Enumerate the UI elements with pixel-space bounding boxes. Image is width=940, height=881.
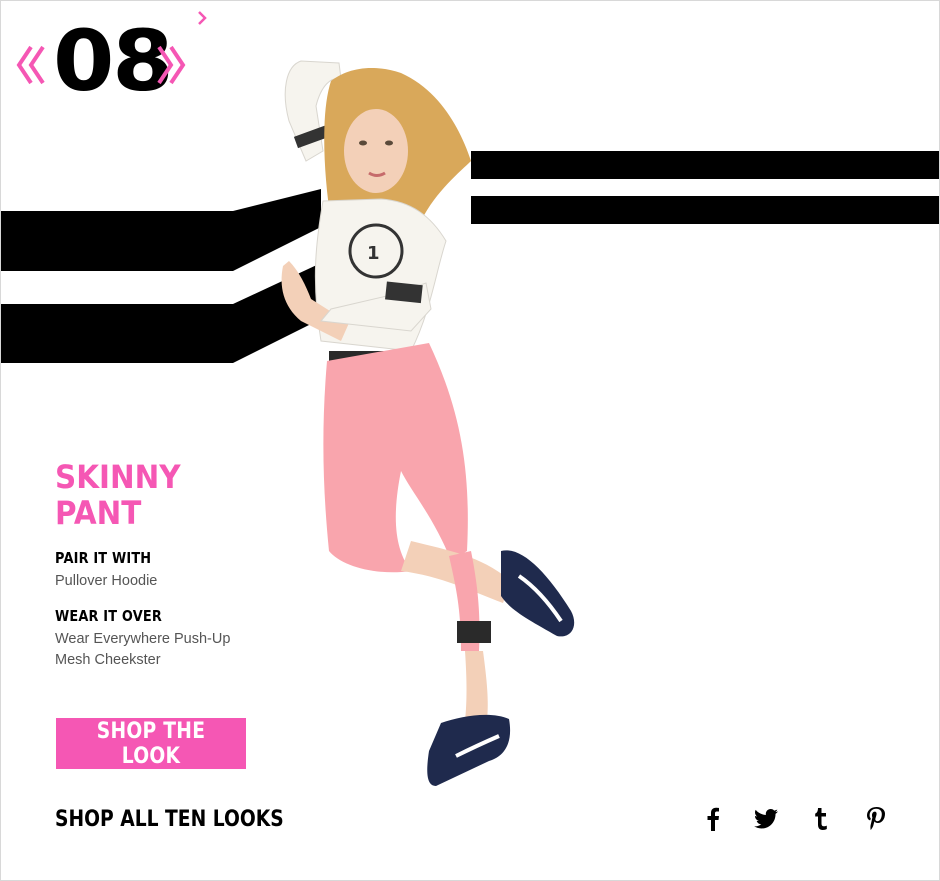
- wear-item-link[interactable]: Wear Everywhere Push-Up: [55, 629, 230, 650]
- double-chevron-right-icon: [157, 45, 186, 85]
- next-look-button[interactable]: [155, 43, 187, 87]
- wear-item-link[interactable]: Mesh Cheekster: [55, 650, 161, 671]
- model-photo: 1: [281, 60, 575, 786]
- look-page: 08 1 SKINNY PANT PAIR IT WITH Pullover H…: [0, 0, 940, 881]
- pinterest-icon[interactable]: [860, 803, 892, 835]
- product-title: SKINNY PANT: [55, 458, 181, 532]
- chevron-right-icon[interactable]: [197, 11, 207, 25]
- facebook-icon[interactable]: [697, 803, 729, 835]
- shop-all-looks-label: SHOP ALL TEN LOOKS: [55, 806, 284, 832]
- look-number: 08: [53, 12, 174, 110]
- previous-look-button[interactable]: [15, 43, 47, 87]
- pair-item-link[interactable]: Pullover Hoodie: [55, 571, 157, 592]
- shop-the-look-label: SHOP THE LOOK: [96, 718, 206, 769]
- twitter-icon[interactable]: [750, 803, 782, 835]
- tumblr-icon[interactable]: [805, 803, 837, 835]
- social-share-bar: [697, 803, 897, 835]
- svg-text:1: 1: [367, 243, 380, 264]
- shop-the-look-button[interactable]: SHOP THE LOOK: [56, 718, 246, 769]
- shop-all-looks-link[interactable]: SHOP ALL TEN LOOKS: [55, 803, 324, 835]
- pair-it-with-label: PAIR IT WITH: [55, 549, 152, 567]
- double-chevron-left-icon: [16, 45, 45, 85]
- wear-it-over-label: WEAR IT OVER: [55, 607, 162, 625]
